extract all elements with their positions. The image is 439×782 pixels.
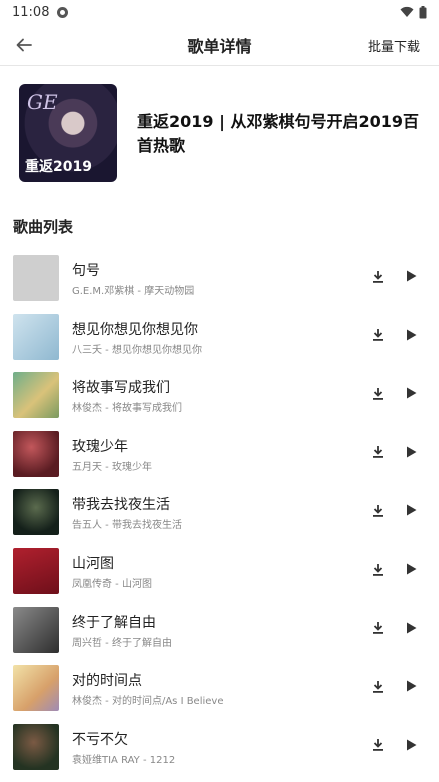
arrow-left-icon [16, 38, 32, 52]
song-title: 玫瑰少年 [72, 438, 128, 455]
play-icon [406, 622, 416, 634]
play-icon [406, 446, 416, 458]
song-thumbnail [13, 489, 59, 536]
song-row[interactable]: 对的时间点 林俊杰 - 对的时间点/As I Believe [0, 660, 439, 719]
download-icon [373, 680, 383, 693]
playlist-cover: GE 重返2019 [19, 84, 117, 182]
song-title: 山河图 [72, 556, 114, 572]
song-artist-album: 凤凰传奇 - 山河图 [72, 579, 152, 590]
song-title: 终于了解自由 [72, 614, 156, 631]
download-icon [373, 270, 383, 283]
notification-icon [57, 6, 69, 18]
play-button[interactable] [401, 500, 421, 520]
playlist-header: GE 重返2019 重返2019 | 从邓紫棋句号开启2019百首热歌 [0, 84, 439, 184]
download-button[interactable] [368, 383, 388, 403]
song-artist-album: 五月天 - 玫瑰少年 [72, 461, 152, 473]
status-icons [400, 5, 427, 19]
song-artist-album: 周兴哲 - 终于了解自由 [72, 637, 172, 649]
play-button[interactable] [401, 676, 421, 696]
play-button[interactable] [401, 735, 421, 755]
song-row[interactable]: 玫瑰少年 五月天 - 玫瑰少年 [0, 426, 439, 485]
app-bar: 歌单详情 批量下载 [0, 24, 439, 66]
song-row[interactable]: 想见你想见你想见你 八三夭 - 想见你想见你想见你 [0, 309, 439, 368]
section-title: 歌曲列表 [13, 218, 74, 236]
play-icon [406, 563, 416, 575]
song-artist-album: 袁娅维TIA RAY - 1212 [72, 754, 176, 766]
play-icon [406, 504, 416, 516]
download-button[interactable] [368, 500, 388, 520]
song-row[interactable]: 带我去找夜生活 告五人 - 带我去找夜生活 [0, 484, 439, 543]
song-row[interactable]: 不亏不欠 袁娅维TIA RAY - 1212 [0, 719, 439, 778]
song-thumbnail [13, 606, 59, 653]
battery-icon [419, 5, 427, 18]
song-artist-album: 告五人 - 带我去找夜生活 [72, 520, 182, 532]
download-button[interactable] [368, 559, 388, 579]
play-icon [406, 739, 416, 751]
play-button[interactable] [401, 559, 421, 579]
song-thumbnail [13, 548, 59, 594]
song-row[interactable]: 终于了解自由 周兴哲 - 终于了解自由 [0, 602, 439, 661]
download-button[interactable] [368, 676, 388, 696]
song-title: 不亏不欠 [72, 731, 128, 748]
song-thumbnail [13, 723, 59, 770]
batch-download-button[interactable]: 批量下载 [368, 36, 420, 55]
download-button[interactable] [368, 442, 388, 462]
song-thumbnail [13, 372, 59, 419]
song-thumbnail [13, 255, 59, 301]
cover-decoration: GE [27, 90, 58, 114]
play-button[interactable] [401, 383, 421, 403]
wifi-icon [400, 6, 414, 17]
song-title: 将故事写成我们 [72, 380, 170, 397]
cover-text: 重返2019 [25, 159, 92, 175]
back-button[interactable] [12, 33, 36, 57]
play-button[interactable] [401, 266, 421, 286]
download-button[interactable] [368, 735, 388, 755]
download-icon [373, 739, 383, 752]
song-thumbnail [13, 665, 59, 712]
download-button[interactable] [368, 618, 388, 638]
song-title: 句号 [72, 263, 100, 279]
download-icon [373, 387, 383, 400]
play-icon [406, 387, 416, 399]
download-icon [373, 329, 383, 341]
song-row[interactable]: 山河图 凤凰传奇 - 山河图 [0, 543, 439, 602]
song-artist-album: 林俊杰 - 对的时间点/As I Believe [72, 696, 224, 708]
song-title: 带我去找夜生活 [72, 497, 170, 514]
playlist-title: 重返2019 | 从邓紫棋句号开启2019百首热歌 [137, 112, 420, 155]
song-title: 想见你想见你想见你 [72, 321, 198, 338]
song-row[interactable]: 将故事写成我们 林俊杰 - 将故事写成我们 [0, 367, 439, 426]
song-artist-album: G.E.M.邓紫棋 - 摩天动物园 [72, 286, 195, 297]
status-time: 11:08 [12, 4, 50, 20]
song-row[interactable]: 句号 G.E.M.邓紫棋 - 摩天动物园 [0, 250, 439, 309]
download-icon [373, 504, 383, 517]
play-button[interactable] [401, 618, 421, 638]
song-artist-album: 林俊杰 - 将故事写成我们 [72, 403, 182, 415]
song-title: 对的时间点 [72, 673, 142, 690]
download-button[interactable] [368, 266, 388, 286]
download-button[interactable] [368, 325, 388, 345]
status-bar: 11:08 [0, 0, 439, 24]
download-icon [373, 563, 383, 576]
play-icon [406, 680, 416, 692]
play-icon [406, 329, 416, 341]
song-artist-album: 八三夭 - 想见你想见你想见你 [72, 344, 202, 356]
song-thumbnail [13, 313, 59, 360]
download-icon [373, 446, 383, 459]
play-button[interactable] [401, 442, 421, 462]
play-button[interactable] [401, 325, 421, 345]
play-icon [406, 270, 416, 282]
song-thumbnail [13, 430, 59, 477]
download-icon [373, 622, 383, 634]
